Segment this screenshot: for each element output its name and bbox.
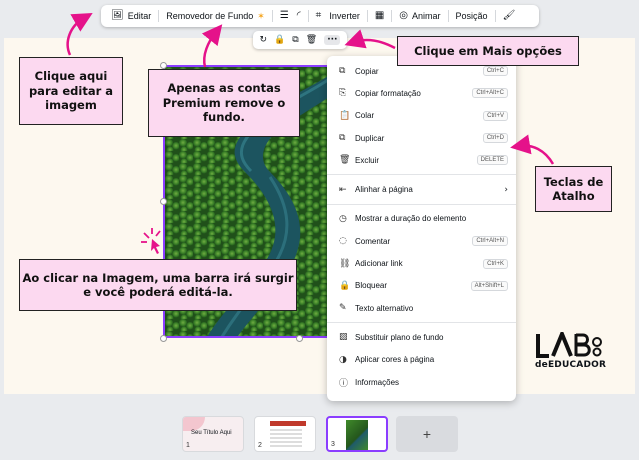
menu-item-paste[interactable]: 📋 Colar Ctrl+V: [327, 105, 516, 127]
callout-more-options: Clique em Mais opções: [397, 36, 579, 66]
shortcut-badge: Ctrl+K: [483, 258, 508, 269]
shortcut-badge: Ctrl+Alt+N: [472, 236, 508, 247]
menu-item-comment[interactable]: ◌ Comentar Ctrl+Alt+N: [327, 230, 516, 252]
page-thumbnail-2[interactable]: 2: [254, 416, 316, 452]
duplicate-icon: ⧉: [339, 133, 346, 144]
duplicate-icon[interactable]: ⧉: [292, 35, 298, 45]
page-thumbnail-3[interactable]: 3: [326, 416, 388, 452]
resize-handle[interactable]: [296, 335, 303, 342]
clock-icon: ◷: [339, 213, 347, 224]
menu-item-duplicate[interactable]: ⧉ Duplicar Ctrl+D: [327, 127, 516, 149]
link-icon: ⛓: [339, 258, 351, 269]
menu-divider: [327, 322, 516, 324]
image-edit-toolbar: 🖼 Editar Removedor de Fundo ✶ ☰ ◜ ⌗ Inve…: [101, 5, 539, 27]
menu-item-lock[interactable]: 🔒 Bloquear Alt+Shift+L: [327, 275, 516, 297]
corner-radius-icon: ◜: [296, 10, 301, 21]
info-icon: ⓘ: [339, 378, 349, 389]
border-style-button[interactable]: ☰: [276, 5, 293, 27]
corner-rounding-button[interactable]: ◜: [293, 5, 305, 27]
menu-item-replace-background[interactable]: ▨ Substituir plano de fundo: [327, 326, 516, 348]
lock-icon: 🔒: [339, 280, 351, 291]
shortcut-badge: Ctrl+Alt+C: [472, 88, 508, 99]
edit-image-button[interactable]: 🖼 Editar: [107, 5, 155, 27]
alt-text-icon: ✎: [339, 303, 347, 314]
shortcut-badge: DELETE: [476, 155, 508, 166]
menu-divider: [327, 203, 516, 205]
chevron-right-icon: ›: [504, 184, 508, 195]
shortcut-badge: Ctrl+V: [483, 110, 508, 121]
menu-item-add-link[interactable]: ⛓ Adicionar link Ctrl+K: [327, 252, 516, 274]
menu-item-alt-text[interactable]: ✎ Texto alternativo: [327, 297, 516, 319]
callout-edit-image: Clique aqui para editar a imagem: [19, 57, 123, 125]
add-page-button[interactable]: +: [396, 416, 458, 452]
position-button[interactable]: Posição: [452, 5, 492, 27]
shortcut-badge: Alt+Shift+L: [470, 280, 508, 291]
trash-icon[interactable]: 🗑: [306, 35, 317, 45]
crop-icon: ⌗: [315, 10, 322, 21]
menu-item-delete[interactable]: 🗑 Excluir DELETE: [327, 149, 516, 171]
comment-icon: ◌: [339, 236, 347, 247]
menu-item-show-duration[interactable]: ◷ Mostrar a duração do elemento: [327, 208, 516, 230]
flip-button[interactable]: Inverter: [325, 5, 364, 27]
crop-button[interactable]: ⌗: [312, 5, 326, 27]
animate-button[interactable]: ◎ Animar: [395, 5, 444, 27]
logo-text: deEDUCADOR: [535, 360, 607, 370]
menu-item-apply-colors[interactable]: ◑ Aplicar cores à página: [327, 349, 516, 371]
callout-premium: Apenas as contas Premium remove o fundo.: [148, 69, 300, 137]
menu-divider: [327, 174, 516, 176]
thumbnail-title: Seu Título Aqui: [191, 430, 232, 436]
page-thumbnail-1[interactable]: Seu Título Aqui 1: [182, 416, 244, 452]
image-edit-icon: 🖼: [111, 10, 124, 21]
checkerboard-icon: ▦: [374, 10, 385, 21]
element-mini-toolbar: ↻ 🔒 ⧉ 🗑 ···: [253, 31, 347, 49]
resize-handle[interactable]: [160, 335, 167, 342]
palette-icon: ◑: [339, 354, 347, 365]
more-options-menu: ⧉ Copiar Ctrl+C ⎘ Copiar formatação Ctrl+Alt…: [327, 56, 516, 401]
resize-handle[interactable]: [160, 62, 167, 69]
paint-roller-icon: 🖌: [502, 10, 516, 21]
rotate-icon[interactable]: ↻: [260, 35, 268, 45]
copy-style-icon: ⎘: [339, 88, 347, 99]
callout-shortcuts: Teclas de Atalho: [535, 166, 612, 212]
lock-icon[interactable]: 🔒: [274, 35, 285, 45]
transparency-button[interactable]: ▦: [371, 5, 388, 27]
shortcut-badge: Ctrl+C: [482, 66, 508, 77]
premium-crown-icon: ✶: [257, 10, 265, 21]
more-options-button[interactable]: ···: [324, 35, 341, 45]
copy-icon: ⧉: [339, 66, 346, 77]
paste-icon: 📋: [339, 110, 351, 121]
shortcut-badge: Ctrl+D: [482, 133, 508, 144]
background-remover-button[interactable]: Removedor de Fundo ✶: [162, 5, 269, 27]
resize-handle[interactable]: [160, 198, 167, 205]
animate-icon: ◎: [399, 10, 409, 21]
border-lines-icon: ☰: [279, 10, 289, 21]
background-icon: ▨: [339, 332, 348, 343]
callout-image-bar: Ao clicar na Imagem, uma barra irá surgi…: [19, 259, 297, 311]
align-icon: ⇤: [339, 184, 347, 195]
menu-item-copy-style[interactable]: ⎘ Copiar formatação Ctrl+Alt+C: [327, 82, 516, 104]
menu-item-info[interactable]: ⓘ Informações: [327, 371, 516, 393]
trash-icon: 🗑: [339, 155, 351, 166]
copy-style-button[interactable]: 🖌: [499, 5, 520, 27]
menu-item-align-page[interactable]: ⇤ Alinhar à página ›: [327, 178, 516, 200]
